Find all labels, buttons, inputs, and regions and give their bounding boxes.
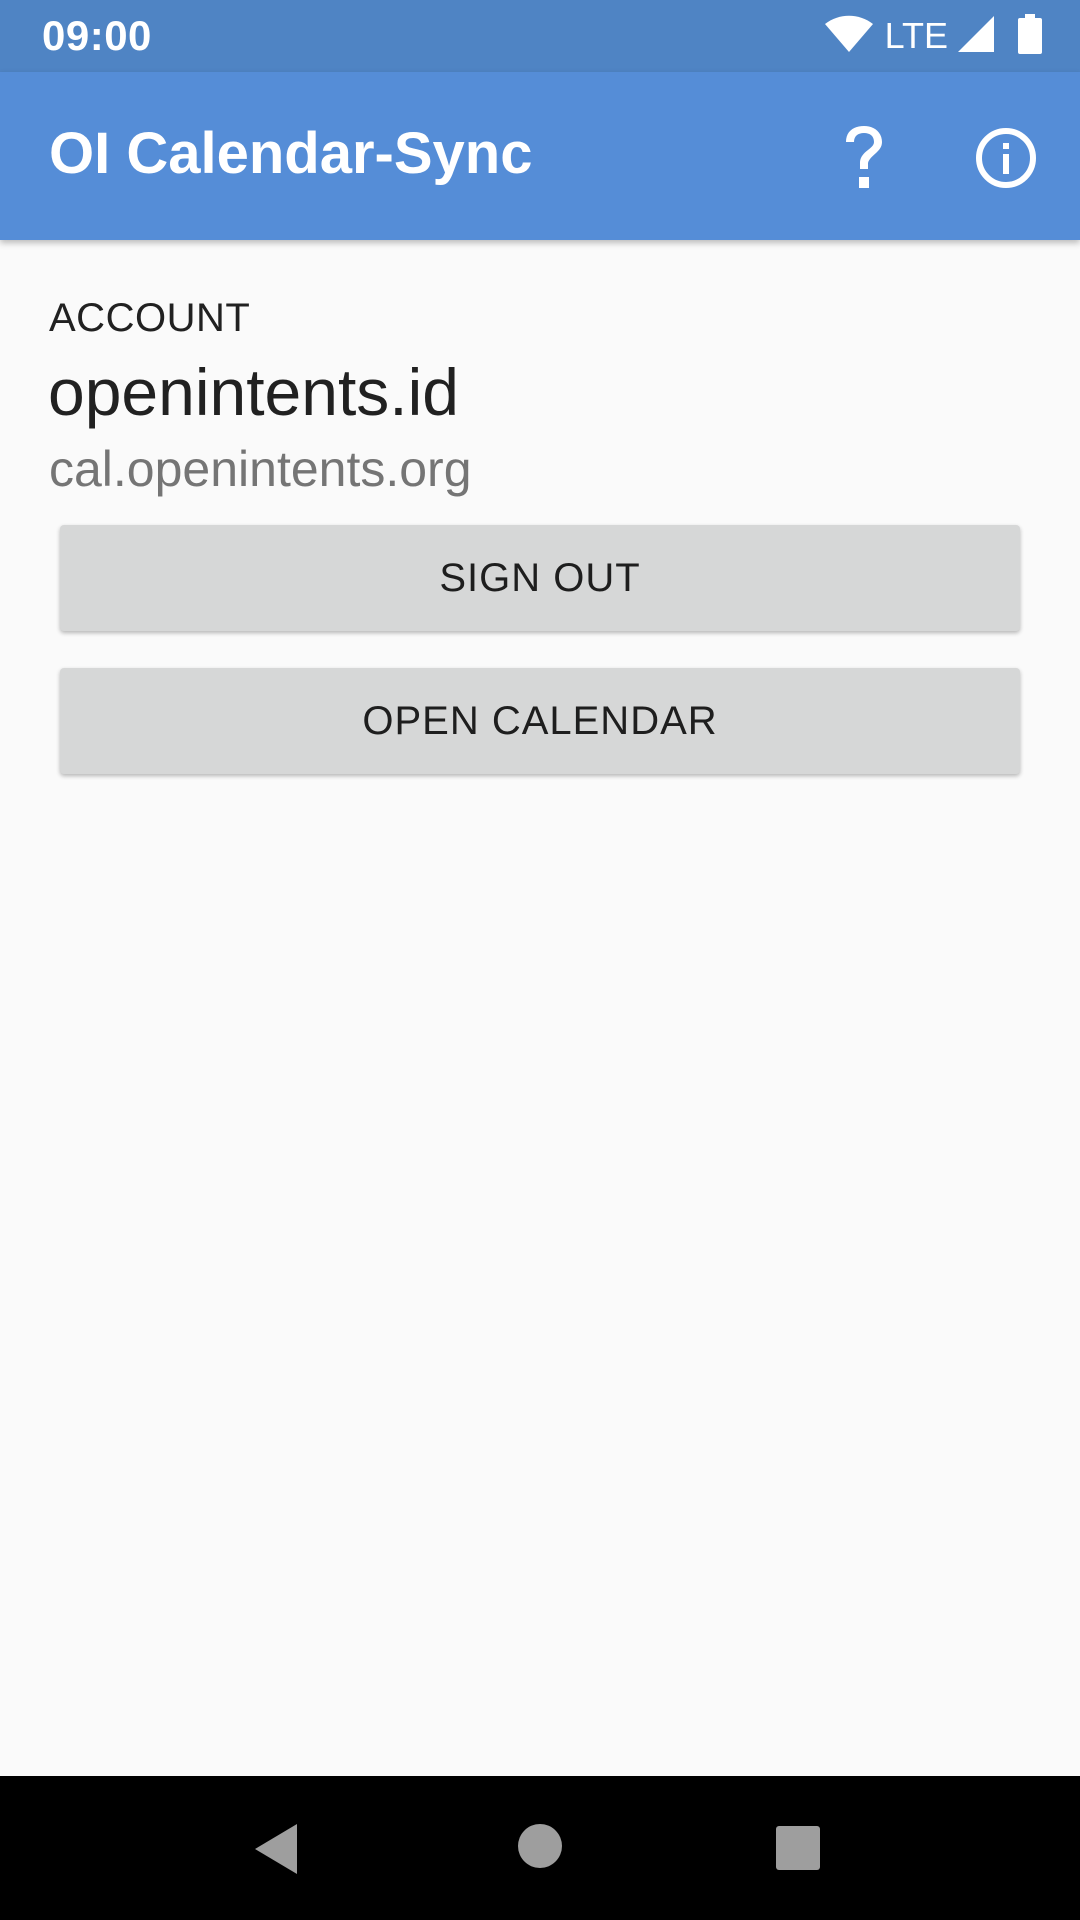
recent-apps-icon[interactable] [776, 1826, 820, 1870]
account-server: cal.openintents.org [49, 441, 472, 497]
status-bar: 09:00 LTE [0, 0, 1080, 72]
back-icon[interactable] [253, 1822, 303, 1876]
account-section-header: ACCOUNT [49, 296, 251, 340]
status-time: 09:00 [42, 12, 152, 59]
screen: 09:00 LTE OI Calendar-Sync ACCOUNT openi… [0, 0, 1080, 1920]
app-bar: OI Calendar-Sync [0, 72, 1080, 240]
app-title: OI Calendar-Sync [49, 121, 533, 186]
status-icons: LTE [824, 13, 1042, 59]
wifi-icon [824, 15, 873, 58]
home-icon[interactable] [518, 1824, 562, 1868]
info-icon [976, 128, 1036, 188]
cell-signal-icon [958, 15, 994, 57]
sign-out-button[interactable]: SIGN OUT [60, 525, 1020, 631]
navigation-bar [0, 1776, 1080, 1920]
battery-icon [1018, 13, 1042, 59]
help-button[interactable] [830, 112, 898, 202]
account-name: openintents.id [48, 355, 459, 429]
about-button[interactable] [970, 122, 1042, 194]
network-type: LTE [884, 15, 948, 56]
help-icon [846, 126, 882, 188]
open-calendar-button[interactable]: OPEN CALENDAR [60, 668, 1020, 774]
content-area: ACCOUNT openintents.id cal.openintents.o… [0, 240, 1080, 1776]
